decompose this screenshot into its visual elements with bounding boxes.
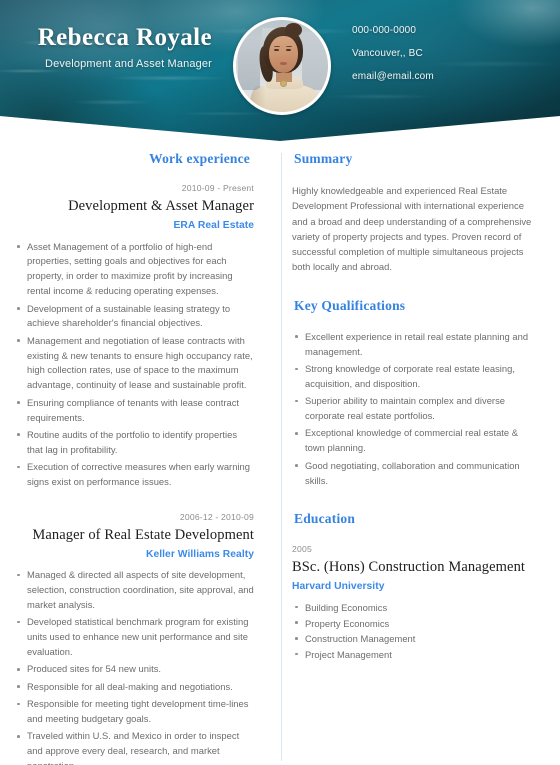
list-item: Strong knowledge of corporate real estat… xyxy=(292,362,534,392)
education-entry-1-title: BSc. (Hons) Construction Management xyxy=(292,558,526,575)
contact-location: Vancouver,, BC xyxy=(352,48,423,59)
list-item: Routine audits of the portfolio to ident… xyxy=(14,428,254,458)
list-item: Produced sites for 54 new units. xyxy=(14,662,254,677)
sidebar-column: Summary Highly knowledgeable and experie… xyxy=(292,150,548,663)
list-item: Exceptional knowledge of commercial real… xyxy=(292,426,534,456)
work-entry-2-title: Manager of Real Estate Development xyxy=(32,527,254,543)
list-item: Excellent experience in retail real esta… xyxy=(292,330,534,360)
work-entry-1: 2010-09 - Present Development & Asset Ma… xyxy=(14,183,254,490)
work-experience-heading-row: Work experience xyxy=(14,150,256,169)
work-entry-1-date: 2010-09 - Present xyxy=(181,183,254,194)
summary-section: Summary Highly knowledgeable and experie… xyxy=(292,150,534,275)
list-item: Management and negotiation of lease cont… xyxy=(14,334,254,393)
section-heading-education: Education xyxy=(292,510,362,529)
education-entry-1-date: 2005 xyxy=(292,543,312,554)
section-heading-summary: Summary xyxy=(292,150,359,169)
list-item: Construction Management xyxy=(292,631,534,646)
work-entry-2: 2006-12 - 2010-09 Manager of Real Estate… xyxy=(14,512,254,765)
list-item: Responsible for meeting tight developmen… xyxy=(14,697,254,727)
list-item: Development of a sustainable leasing str… xyxy=(14,302,254,332)
resume-page: Rebecca Royale Development and Asset Man… xyxy=(0,0,560,765)
list-item: Traveled within U.S. and Mexico in order… xyxy=(14,729,254,765)
work-entry-1-bullets: Asset Management of a portfolio of high-… xyxy=(14,240,254,490)
list-item: Execution of corrective measures when ea… xyxy=(14,460,254,490)
contact-phone[interactable]: 000-000-0000 xyxy=(352,26,532,36)
list-item: Managed & directed all aspects of site d… xyxy=(14,568,254,613)
resume-header: Rebecca Royale Development and Asset Man… xyxy=(0,0,560,142)
candidate-name: Rebecca Royale xyxy=(37,24,212,51)
work-entry-2-date: 2006-12 - 2010-09 xyxy=(179,511,254,522)
key-qualifications-list: Excellent experience in retail real esta… xyxy=(292,330,534,489)
column-divider xyxy=(281,153,282,761)
key-qualifications-section: Key Qualifications Excellent experience … xyxy=(292,297,534,489)
list-item: Developed statistical benchmark program … xyxy=(14,615,254,660)
list-item: Building Economics xyxy=(292,600,534,615)
resume-body: Work experience 2010-09 - Present Develo… xyxy=(0,150,560,765)
education-entry-1: 2005 BSc. (Hons) Construction Management… xyxy=(292,544,534,663)
work-entry-2-bullets: Managed & directed all aspects of site d… xyxy=(14,568,254,765)
contact-details: 000-000-0000 Vancouver,, BC email@email.… xyxy=(352,26,532,95)
work-entry-1-organization: ERA Real Estate xyxy=(173,220,254,232)
summary-text: Highly knowledgeable and experienced Rea… xyxy=(292,185,532,273)
list-item: Good negotiating, collaboration and comm… xyxy=(292,459,534,489)
list-item: Ensuring compliance of tenants with leas… xyxy=(14,396,254,426)
list-item: Responsible for all deal-making and nego… xyxy=(14,680,254,695)
list-item: Asset Management of a portfolio of high-… xyxy=(14,240,254,299)
section-heading-key-qualifications: Key Qualifications xyxy=(292,297,412,316)
work-entry-1-title: Development & Asset Manager xyxy=(68,198,254,215)
section-heading-work-experience: Work experience xyxy=(147,150,256,169)
list-item: Superior ability to maintain complex and… xyxy=(292,394,534,424)
name-block: Rebecca Royale Development and Asset Man… xyxy=(0,24,212,70)
candidate-job-title: Development and Asset Manager xyxy=(44,58,212,70)
list-item: Project Management xyxy=(292,647,534,662)
work-experience-column: Work experience 2010-09 - Present Develo… xyxy=(0,150,270,765)
work-entry-2-organization: Keller Williams Realty xyxy=(145,548,254,560)
profile-photo-image xyxy=(236,20,328,112)
contact-email[interactable]: email@email.com xyxy=(352,72,532,82)
list-item: Property Economics xyxy=(292,616,534,631)
education-section: Education 2005 BSc. (Hons) Construction … xyxy=(292,510,534,662)
education-entry-1-courses: Building Economics Property Economics Co… xyxy=(292,600,534,662)
profile-photo xyxy=(233,17,331,115)
education-entry-1-organization: Harvard University xyxy=(292,580,385,592)
